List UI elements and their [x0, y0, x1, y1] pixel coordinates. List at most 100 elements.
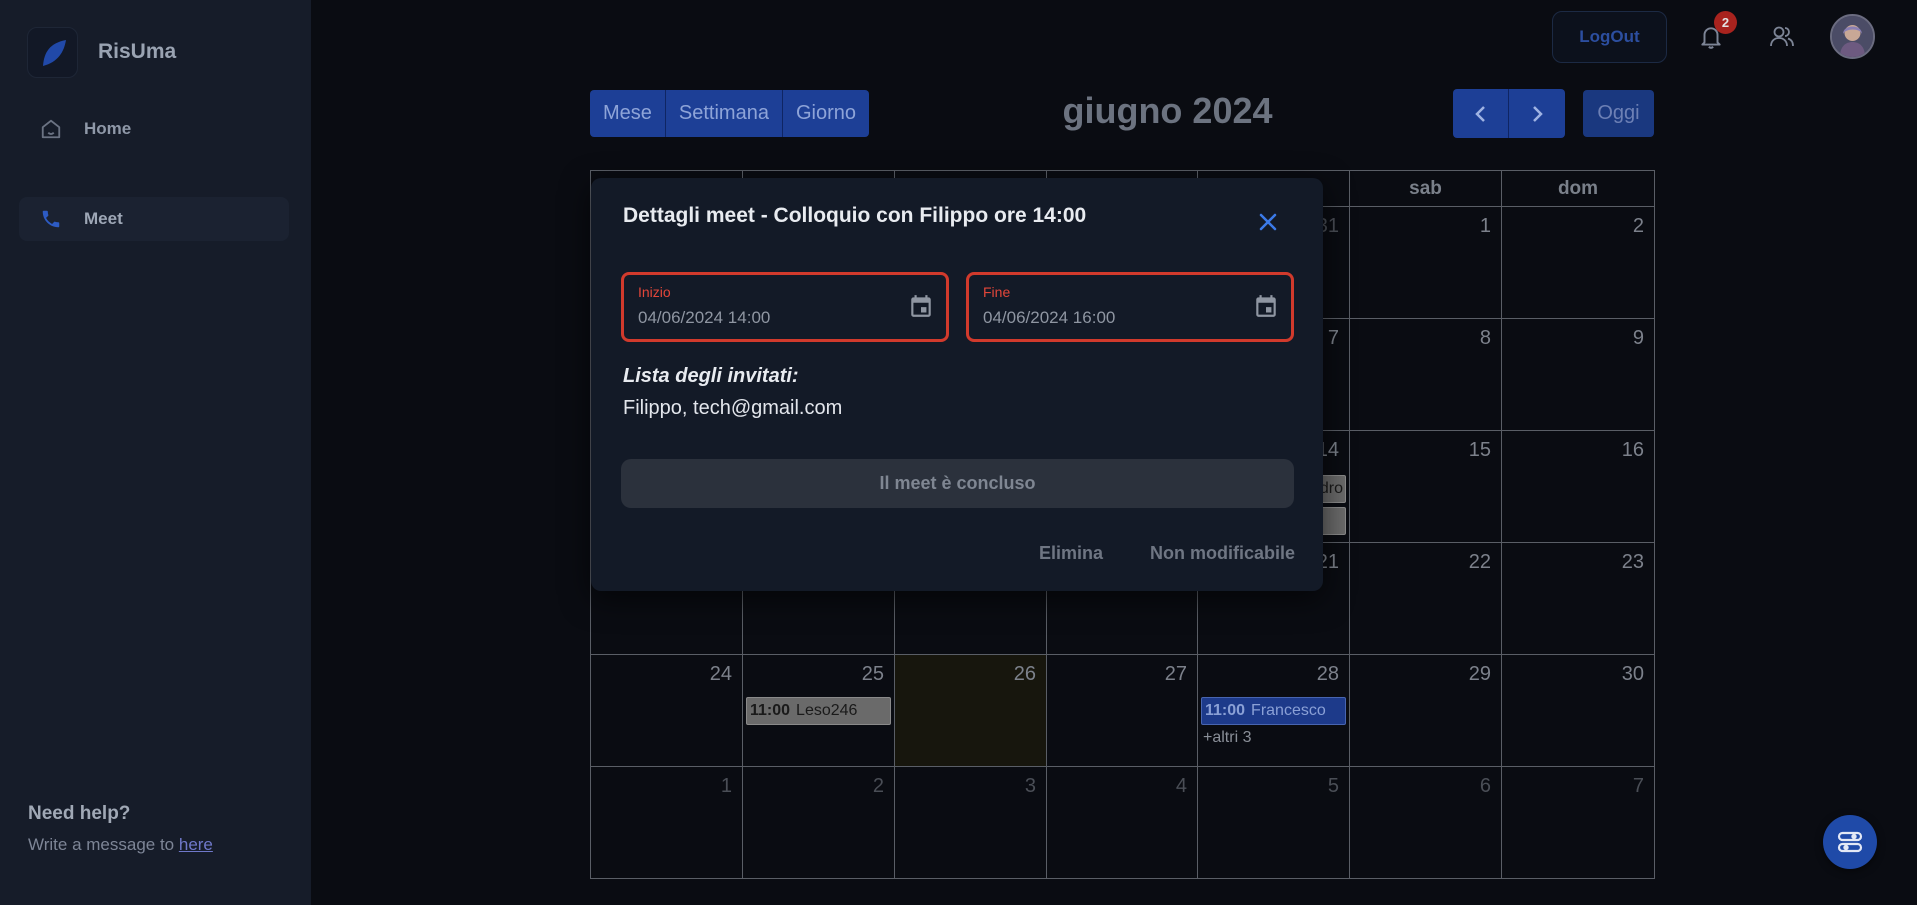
day-cell[interactable]: 16 — [1502, 431, 1654, 543]
day-cell[interactable]: 25 11:00 Leso246 — [743, 655, 895, 767]
day-cell[interactable]: 6 — [1350, 767, 1502, 878]
notification-count-badge: 2 — [1714, 11, 1737, 34]
close-dialog-button[interactable] — [1254, 208, 1282, 236]
start-date-value: 04/06/2024 14:00 — [638, 308, 771, 327]
day-number: 22 — [1468, 551, 1491, 573]
day-number: 6 — [1479, 775, 1491, 797]
day-cell[interactable]: 4 — [1047, 767, 1198, 878]
day-number: 1 — [1479, 215, 1491, 237]
logout-button[interactable]: LogOut — [1552, 11, 1667, 63]
event-title: Leso246 — [796, 702, 858, 719]
day-cell[interactable]: 29 — [1350, 655, 1502, 767]
calendar-nav — [1453, 89, 1565, 138]
day-number: 24 — [709, 663, 732, 685]
day-number: 5 — [1327, 775, 1339, 797]
view-week-button[interactable]: Settimana — [665, 90, 783, 137]
edit-button[interactable]: Non modificabile — [1150, 543, 1295, 564]
prev-month-button[interactable] — [1453, 89, 1509, 138]
day-cell[interactable]: 27 — [1047, 655, 1198, 767]
help-text-prefix: Write a message to — [28, 835, 179, 854]
day-number: 29 — [1468, 663, 1491, 685]
day-cell[interactable]: 5 — [1198, 767, 1350, 878]
today-button[interactable]: Oggi — [1583, 90, 1654, 137]
close-icon — [1259, 213, 1277, 231]
weekday-header-sun: dom — [1502, 171, 1654, 207]
start-date-label: Inizio — [638, 284, 671, 300]
view-month-button[interactable]: Mese — [590, 90, 666, 137]
end-date-value: 04/06/2024 16:00 — [983, 308, 1116, 327]
day-number: 7 — [1327, 327, 1339, 349]
next-month-button[interactable] — [1509, 89, 1565, 138]
calendar-icon[interactable] — [1253, 293, 1279, 319]
sidebar-item-meet[interactable]: Meet — [19, 197, 289, 241]
phone-icon — [39, 207, 63, 231]
day-number: 23 — [1621, 551, 1644, 573]
day-number: 3 — [1024, 775, 1036, 797]
day-number: 16 — [1621, 439, 1644, 461]
calendar-icon[interactable] — [908, 293, 934, 319]
calendar-title: giugno 2024 — [1062, 90, 1273, 131]
invited-list-title: Lista degli invitati: — [623, 365, 799, 387]
dialog-title: Dettagli meet - Colloquio con Filippo or… — [623, 204, 1087, 227]
sidebar: RisUma Home Meet Need help? Write a mess… — [0, 0, 311, 905]
event-title: Francesco — [1251, 702, 1326, 719]
help-text: Write a message to here — [28, 835, 213, 855]
day-cell[interactable]: 9 — [1502, 319, 1654, 431]
day-number: 9 — [1632, 327, 1644, 349]
day-number: 2 — [872, 775, 884, 797]
users-icon[interactable] — [1764, 19, 1800, 55]
day-cell[interactable]: 2 — [1502, 207, 1654, 319]
event-time: 11:00 — [1205, 702, 1246, 719]
day-cell[interactable]: 30 — [1502, 655, 1654, 767]
day-number: 26 — [1013, 663, 1036, 685]
day-cell-today[interactable]: 26 — [895, 655, 1047, 767]
day-cell[interactable]: 28 11:00 Francesco +altri 3 — [1198, 655, 1350, 767]
help-title: Need help? — [28, 803, 131, 824]
day-number: 7 — [1632, 775, 1644, 797]
event-time: 11:00 — [750, 702, 791, 719]
more-events-link[interactable]: +altri 3 — [1203, 729, 1251, 747]
day-number: 1 — [720, 775, 732, 797]
user-avatar[interactable] — [1830, 14, 1875, 59]
app-logo[interactable] — [27, 27, 78, 78]
day-number: 2 — [1632, 215, 1644, 237]
day-cell[interactable]: 15 — [1350, 431, 1502, 543]
day-cell[interactable]: 22 — [1350, 543, 1502, 655]
end-date-field[interactable]: Fine 04/06/2024 16:00 — [966, 272, 1294, 342]
day-cell[interactable]: 1 — [1350, 207, 1502, 319]
calendar-event[interactable]: 11:00 Leso246 — [746, 697, 891, 725]
weekday-header-sat: sab — [1350, 171, 1502, 207]
day-number: 15 — [1468, 439, 1491, 461]
meet-details-dialog: Dettagli meet - Colloquio con Filippo or… — [591, 178, 1323, 591]
day-number: 4 — [1175, 775, 1187, 797]
day-cell[interactable]: 1 — [591, 767, 743, 878]
sidebar-item-home[interactable]: Home — [19, 107, 289, 151]
day-number: 8 — [1479, 327, 1491, 349]
view-day-button[interactable]: Giorno — [782, 90, 869, 137]
sidebar-item-label: Meet — [84, 209, 123, 228]
app-name: RisUma — [98, 40, 177, 63]
day-cell[interactable]: 3 — [895, 767, 1047, 878]
settings-fab-button[interactable] — [1823, 815, 1877, 869]
chevron-left-icon — [1474, 105, 1485, 122]
day-cell[interactable]: 8 — [1350, 319, 1502, 431]
day-number: 28 — [1316, 663, 1339, 685]
day-cell[interactable]: 2 — [743, 767, 895, 878]
day-number: 30 — [1621, 663, 1644, 685]
view-switcher: Mese Settimana Giorno — [590, 90, 869, 137]
day-cell[interactable]: 24 — [591, 655, 743, 767]
day-cell[interactable]: 23 — [1502, 543, 1654, 655]
chevron-right-icon — [1533, 105, 1543, 122]
delete-button[interactable]: Elimina — [1039, 543, 1103, 564]
sidebar-item-label: Home — [84, 119, 132, 138]
leaf-logo-icon — [42, 39, 66, 66]
toggles-icon — [1837, 831, 1863, 853]
end-date-label: Fine — [983, 284, 1011, 300]
day-number: 25 — [861, 663, 884, 685]
calendar-event[interactable]: 11:00 Francesco — [1201, 697, 1346, 725]
home-icon — [39, 117, 63, 141]
invited-list: Filippo, tech@gmail.com — [623, 397, 843, 419]
start-date-field[interactable]: Inizio 04/06/2024 14:00 — [621, 272, 949, 342]
help-link[interactable]: here — [179, 835, 213, 854]
day-cell[interactable]: 7 — [1502, 767, 1654, 878]
